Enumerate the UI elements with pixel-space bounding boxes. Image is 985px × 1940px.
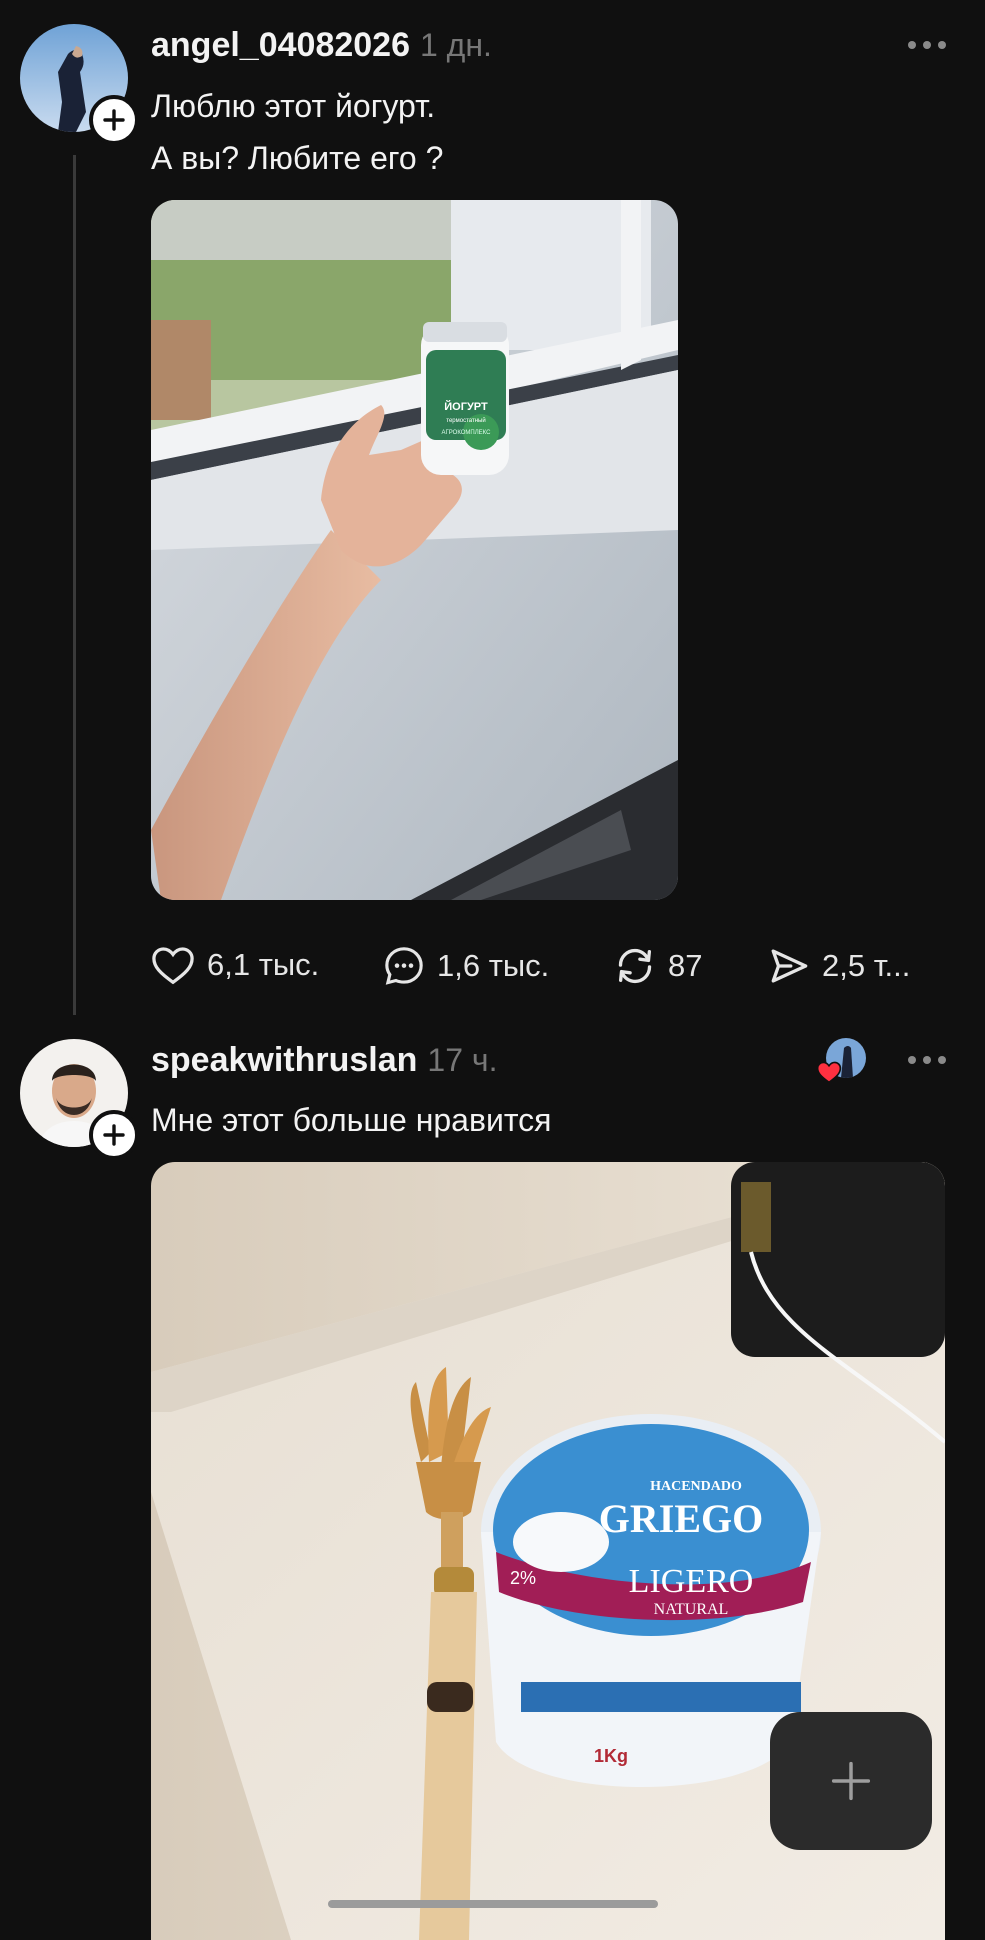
more-dots-icon[interactable] <box>908 1056 946 1064</box>
share-count: 2,5 т... <box>822 948 911 983</box>
follow-button[interactable] <box>89 95 139 145</box>
post-2-text: Мне этот больше нравится <box>151 1102 552 1138</box>
post-1-photo[interactable]: ЙОГУРТ термостатный АГРОКОМПЛЕКС <box>151 200 678 900</box>
repost-button[interactable]: 87 <box>614 945 702 987</box>
thread-line <box>73 155 76 1015</box>
plus-icon <box>831 1761 871 1801</box>
post-1-time: 1 дн. <box>419 27 492 63</box>
jar-label: ЙОГУРТ <box>444 400 488 413</box>
repost-icon <box>618 948 652 984</box>
repost-count: 87 <box>668 948 703 983</box>
plus-icon <box>103 1124 125 1146</box>
post-1: angel_04082026 1 дн. Люблю этот йогурт. … <box>0 0 985 1020</box>
tub-weight: 1Kg <box>594 1746 628 1766</box>
more-dots-icon[interactable] <box>908 41 946 49</box>
like-button[interactable]: 6,1 тыс. <box>151 945 319 985</box>
heart-icon <box>816 1061 842 1084</box>
plus-icon <box>103 109 125 131</box>
post-2-time: 17 ч. <box>427 1042 498 1078</box>
liked-by-indicator[interactable] <box>816 1038 868 1090</box>
follow-button[interactable] <box>89 1110 139 1160</box>
heart-icon <box>152 947 194 985</box>
post-2-header: speakwithruslan 17 ч. <box>151 1041 497 1080</box>
comment-button[interactable]: 1,6 тыс. <box>383 945 549 987</box>
jar-label: термостатный <box>446 417 485 424</box>
tub-brand: HACENDADO <box>650 1479 742 1494</box>
post-1-text-line: Люблю этот йогурт. <box>151 88 436 124</box>
home-indicator[interactable] <box>328 1900 658 1908</box>
tub-name: GRIEGO <box>599 1496 763 1541</box>
tub-variant: LIGERO <box>629 1563 754 1600</box>
send-icon <box>771 949 808 983</box>
like-count: 6,1 тыс. <box>207 947 320 982</box>
new-post-fab[interactable] <box>770 1712 932 1850</box>
post-2-username[interactable]: speakwithruslan <box>151 1041 417 1080</box>
tub-sub: NATURAL <box>654 1601 729 1618</box>
share-button[interactable]: 2,5 т... <box>768 945 910 987</box>
comment-bubble-icon <box>385 947 423 985</box>
post-1-username[interactable]: angel_04082026 <box>151 26 410 65</box>
post-1-text: Люблю этот йогурт. А вы? Любите его ? <box>151 80 443 184</box>
post-1-header: angel_04082026 1 дн. <box>151 26 492 65</box>
comment-count: 1,6 тыс. <box>437 948 550 983</box>
yogurt-jar-photo: ЙОГУРТ термостатный АГРОКОМПЛЕКС <box>151 200 678 900</box>
tub-pct: 2% <box>510 1568 536 1588</box>
jar-label: АГРОКОМПЛЕКС <box>442 430 492 436</box>
post-1-text-line: А вы? Любите его ? <box>151 140 444 176</box>
